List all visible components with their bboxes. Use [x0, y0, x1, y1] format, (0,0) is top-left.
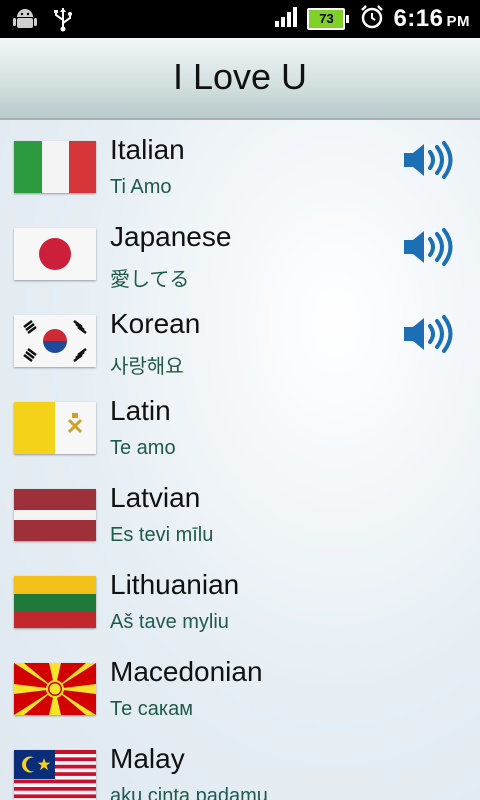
speaker-icon[interactable] — [402, 140, 454, 180]
language-name: Italian — [110, 134, 185, 165]
title-bar: I Love U — [0, 38, 480, 120]
signal-icon — [273, 5, 299, 33]
love-phrase: Те сакам — [110, 698, 193, 720]
list-item-macedonian[interactable]: Macedonian Те сакам — [0, 642, 480, 729]
language-name: Macedonian — [110, 656, 263, 687]
list-item-korean[interactable]: Korean 사랑해요 — [0, 294, 480, 381]
status-bar: 73 6:16 PM — [0, 0, 480, 38]
flag-vatican-icon — [14, 402, 96, 454]
language-name: Korean — [110, 308, 201, 339]
love-phrase: Aš tave myliu — [110, 611, 229, 633]
time-ampm: PM — [446, 13, 470, 30]
flag-malaysia-icon — [14, 750, 96, 800]
speaker-icon[interactable] — [402, 227, 454, 267]
language-name: Latin — [110, 395, 171, 426]
list-item-lithuanian[interactable]: Lithuanian Aš tave myliu — [0, 555, 480, 642]
language-name: Japanese — [110, 221, 232, 252]
love-phrase: 사랑해요 — [110, 356, 184, 378]
flag-italy-icon — [14, 141, 96, 193]
android-debug-icon — [12, 6, 38, 36]
flag-japan-icon — [14, 228, 96, 280]
love-phrase: Te amo — [110, 437, 176, 459]
love-phrase: aku cinta padamu — [110, 785, 268, 800]
list-item-latin[interactable]: Latin Te amo — [0, 381, 480, 468]
language-name: Malay — [110, 743, 185, 774]
battery-icon: 73 — [307, 8, 350, 30]
usb-icon — [52, 6, 74, 36]
status-time: 6:16 PM — [393, 5, 470, 33]
list-item-italian[interactable]: Italian Ti Amo — [0, 120, 480, 207]
app-title: I Love U — [172, 56, 308, 97]
love-phrase: 愛してる — [110, 269, 190, 291]
language-list[interactable]: Italian Ti Amo Japanese 愛してる Korean 사랑해요… — [0, 120, 480, 800]
list-item-japanese[interactable]: Japanese 愛してる — [0, 207, 480, 294]
flag-latvia-icon — [14, 489, 96, 541]
language-name: Lithuanian — [110, 569, 240, 600]
flag-macedonia-icon — [14, 663, 96, 715]
speaker-icon[interactable] — [402, 314, 454, 354]
love-phrase: Ti Amo — [110, 176, 172, 198]
list-item-latvian[interactable]: Latvian Es tevi mīlu — [0, 468, 480, 555]
list-item-malay[interactable]: Malay aku cinta padamu — [0, 729, 480, 800]
alarm-icon — [359, 4, 385, 34]
flag-lithuania-icon — [14, 576, 96, 628]
time-value: 6:16 — [393, 5, 444, 32]
flag-korea-icon — [14, 315, 96, 367]
love-phrase: Es tevi mīlu — [110, 524, 214, 546]
language-name: Latvian — [110, 482, 201, 513]
